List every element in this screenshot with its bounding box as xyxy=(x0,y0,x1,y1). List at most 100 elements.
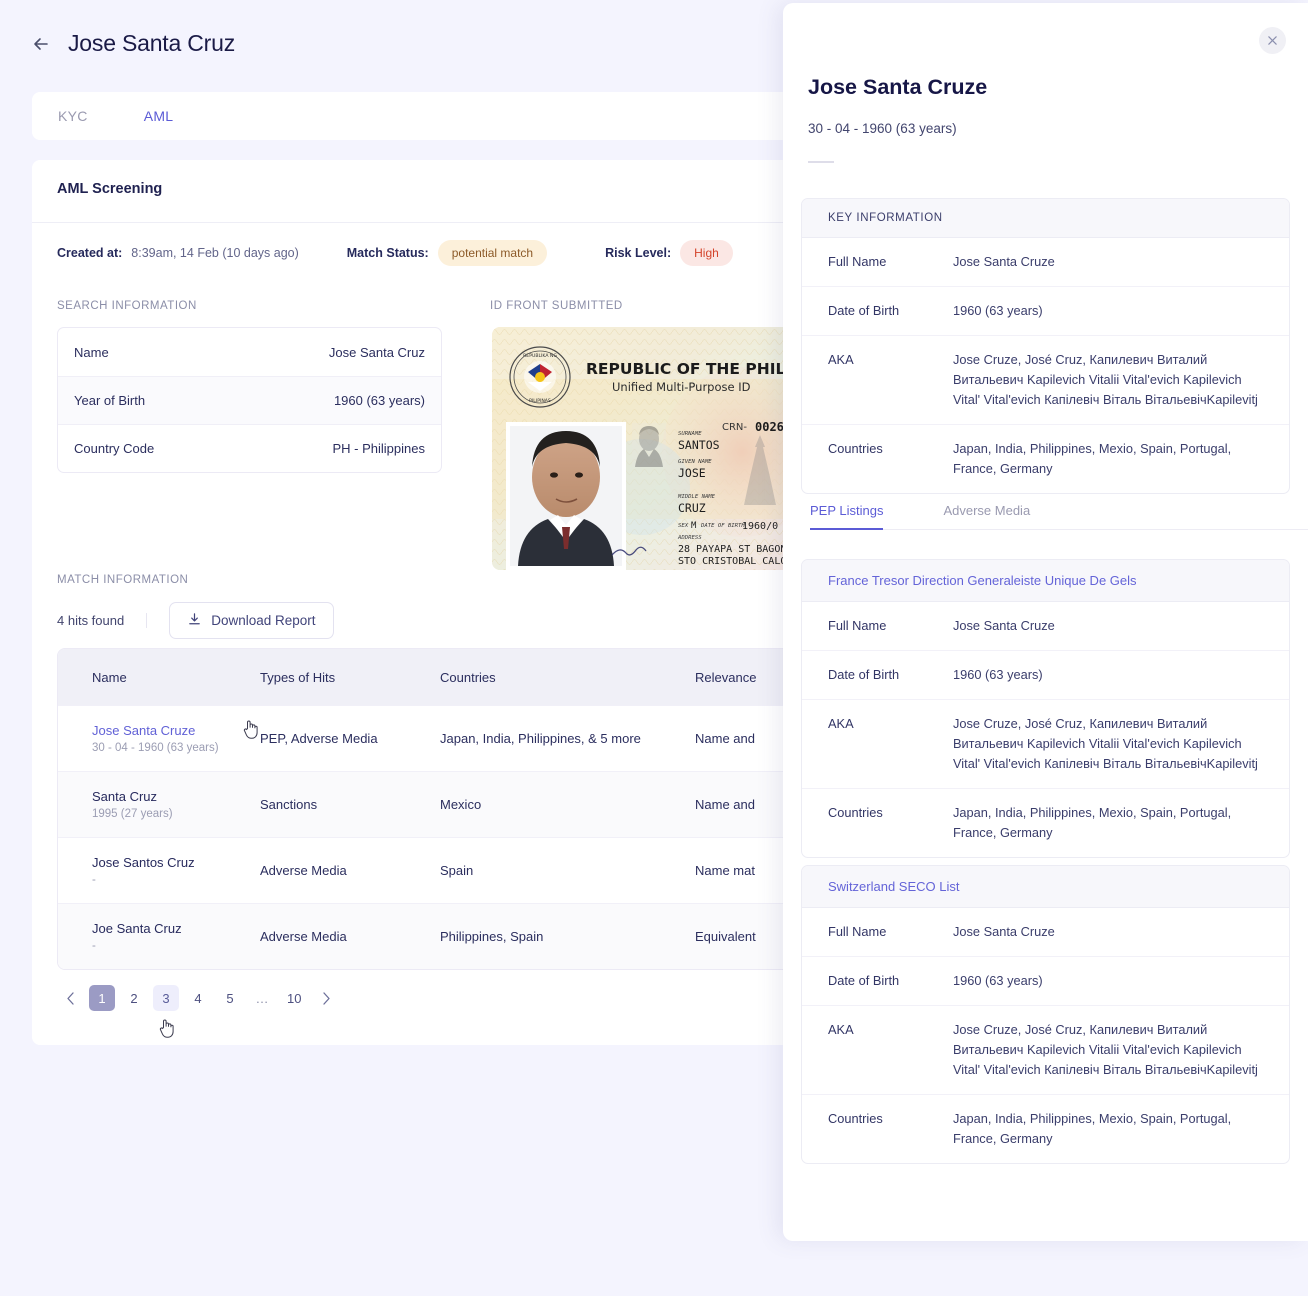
id-address-2: STO CRISTOBAL CALO xyxy=(678,556,786,567)
risk-level-label: Risk Level: xyxy=(605,246,672,260)
download-icon xyxy=(187,612,202,630)
id-front-image: REPUBLIKA NG PILIPINAS REPUBLIC OF THE P… xyxy=(492,327,816,570)
pagination-prev[interactable] xyxy=(57,985,83,1011)
key-information-heading: KEY INFORMATION xyxy=(802,199,1289,238)
screening-meta-row: Created at: 8:39am, 14 Feb (10 days ago)… xyxy=(57,240,733,266)
row-value: 1960 (63 years) xyxy=(953,667,1043,682)
tab-aml[interactable]: AML xyxy=(144,108,174,124)
pagination-page-10[interactable]: 10 xyxy=(281,985,307,1011)
close-icon[interactable] xyxy=(1259,27,1286,54)
tab-pep-listings[interactable]: PEP Listings xyxy=(810,503,884,530)
pagination-page-1[interactable]: 1 xyxy=(89,985,115,1011)
row-value: Jose Cruze, José Cruz, Капилевич Виталий… xyxy=(953,1022,1258,1077)
match-name: Jose Santos Cruz xyxy=(92,855,195,870)
cell-countries: Spain xyxy=(440,863,474,878)
svg-text:PILIPINAS: PILIPINAS xyxy=(529,398,551,404)
id-surname-value: SANTOS xyxy=(678,438,720,452)
row-key: Countries xyxy=(828,1111,883,1126)
match-hits-row: 4 hits found Download Report xyxy=(57,602,334,639)
id-given-value: JOSE xyxy=(678,466,706,480)
pagination-next[interactable] xyxy=(313,985,339,1011)
svg-text:SEX: SEX xyxy=(678,523,689,529)
cell-name: Santa Cruz 1995 (27 years) xyxy=(58,789,260,820)
pagination: 1 2 3 4 5 … 10 xyxy=(57,985,339,1011)
key-information-row: Countries Japan, India, Philippines, Mex… xyxy=(802,424,1289,493)
tab-adverse-media[interactable]: Adverse Media xyxy=(943,503,1030,530)
cell-name: Jose Santa Cruze 30 - 04 - 1960 (63 year… xyxy=(58,723,260,754)
row-key: Year of Birth xyxy=(74,393,146,408)
row-key: Full Name xyxy=(828,618,887,633)
pep-listing-row: Date of Birth 1960 (63 years) xyxy=(802,650,1289,699)
pep-listing-name[interactable]: France Tresor Direction Generaleiste Uni… xyxy=(802,560,1289,602)
pep-listing-card: France Tresor Direction Generaleiste Uni… xyxy=(801,559,1290,858)
download-report-label: Download Report xyxy=(211,613,316,628)
pep-listing-row: Full Name Jose Santa Cruze xyxy=(802,908,1289,956)
cell-countries: Mexico xyxy=(440,797,482,812)
cell-countries: Japan, India, Philippines, & 5 more xyxy=(440,731,641,746)
tab-kyc[interactable]: KYC xyxy=(58,108,88,124)
svg-text:CRN-: CRN- xyxy=(722,422,747,433)
back-arrow-icon[interactable] xyxy=(30,33,52,55)
pep-listing-name[interactable]: Switzerland SECO List xyxy=(802,866,1289,908)
cell-countries: Philippines, Spain xyxy=(440,929,544,944)
pagination-page-4[interactable]: 4 xyxy=(185,985,211,1011)
panel-subtitle: 30 - 04 - 1960 (63 years) xyxy=(808,121,957,136)
cell-types: Adverse Media xyxy=(260,929,347,944)
row-value: 1960 (63 years) xyxy=(953,973,1043,988)
pep-listing-row: Countries Japan, India, Philippines, Mex… xyxy=(802,788,1289,857)
cell-types: Sanctions xyxy=(260,797,318,812)
risk-level-badge: High xyxy=(680,240,733,266)
id-dob-value: 1960/0 xyxy=(742,521,778,532)
key-information-card: KEY INFORMATION Full Name Jose Santa Cru… xyxy=(801,198,1290,494)
id-given-label: GIVEN NAME xyxy=(678,459,712,465)
panel-tabbar: PEP Listings Adverse Media xyxy=(810,503,1308,530)
pagination-page-5[interactable]: 5 xyxy=(217,985,243,1011)
column-header-name: Name xyxy=(92,669,127,685)
key-information-row: Date of Birth 1960 (63 years) xyxy=(802,286,1289,335)
match-name-sub: 1995 (27 years) xyxy=(92,808,173,820)
pep-listing-row: AKA Jose Cruze, José Cruz, Капилевич Вит… xyxy=(802,699,1289,788)
svg-text:DATE OF BIRTH: DATE OF BIRTH xyxy=(700,523,745,529)
match-name-link[interactable]: Jose Santa Cruze xyxy=(92,723,260,738)
app-root: Jose Santa Cruz KYC AML AML Screening Cr… xyxy=(0,0,1308,1296)
panel-title: Jose Santa Cruze xyxy=(808,75,988,99)
row-key: AKA xyxy=(828,352,854,367)
row-key: Date of Birth xyxy=(828,667,900,682)
pep-listing-card: Switzerland SECO List Full Name Jose San… xyxy=(801,865,1290,1164)
row-value: Jose Santa Cruze xyxy=(953,618,1055,633)
cell-name: Joe Santa Cruz - xyxy=(58,921,260,952)
row-value: Jose Cruze, José Cruz, Капилевич Виталий… xyxy=(953,716,1258,771)
panel-divider xyxy=(808,161,834,163)
pagination-page-2[interactable]: 2 xyxy=(121,985,147,1011)
cell-types: PEP, Adverse Media xyxy=(260,731,378,746)
svg-text:REPUBLIKA NG: REPUBLIKA NG xyxy=(523,353,557,359)
id-front-caption: ID FRONT SUBMITTED xyxy=(490,300,623,312)
id-type-line: Unified Multi-Purpose ID xyxy=(612,380,751,394)
row-value: Japan, India, Philippines, Mexio, Spain,… xyxy=(953,1111,1232,1146)
pep-listing-row: AKA Jose Cruze, José Cruz, Капилевич Вит… xyxy=(802,1005,1289,1094)
row-key: Countries xyxy=(828,805,883,820)
cell-name: Jose Santos Cruz - xyxy=(58,855,260,886)
column-header-types: Types of Hits xyxy=(260,669,336,685)
row-value: Japan, India, Philippines, Mexio, Spain,… xyxy=(953,805,1232,840)
match-name-sub: - xyxy=(92,874,96,886)
detail-side-panel: Jose Santa Cruze 30 - 04 - 1960 (63 year… xyxy=(783,3,1308,1241)
pagination-page-3[interactable]: 3 xyxy=(153,985,179,1011)
match-status-badge: potential match xyxy=(437,240,548,266)
row-value: Jose Cruze, José Cruz, Капилевич Виталий… xyxy=(953,352,1258,407)
pep-listing-row: Full Name Jose Santa Cruze xyxy=(802,602,1289,650)
search-information-table: Name Jose Santa Cruz Year of Birth 1960 … xyxy=(57,327,442,473)
search-info-row: Year of Birth 1960 (63 years) xyxy=(58,376,441,424)
match-name-sub: - xyxy=(92,940,96,952)
cell-types: Adverse Media xyxy=(260,863,347,878)
row-key: Countries xyxy=(828,441,883,456)
row-key: Full Name xyxy=(828,924,887,939)
match-information-caption: MATCH INFORMATION xyxy=(57,574,189,586)
match-name-sub: 30 - 04 - 1960 (63 years) xyxy=(92,742,219,754)
download-report-button[interactable]: Download Report xyxy=(169,602,334,639)
created-at-label: Created at: xyxy=(57,246,123,260)
pep-listing-row: Date of Birth 1960 (63 years) xyxy=(802,956,1289,1005)
row-key: AKA xyxy=(828,1022,854,1037)
row-key: Country Code xyxy=(74,441,155,456)
created-at-value: 8:39am, 14 Feb (10 days ago) xyxy=(131,246,299,260)
